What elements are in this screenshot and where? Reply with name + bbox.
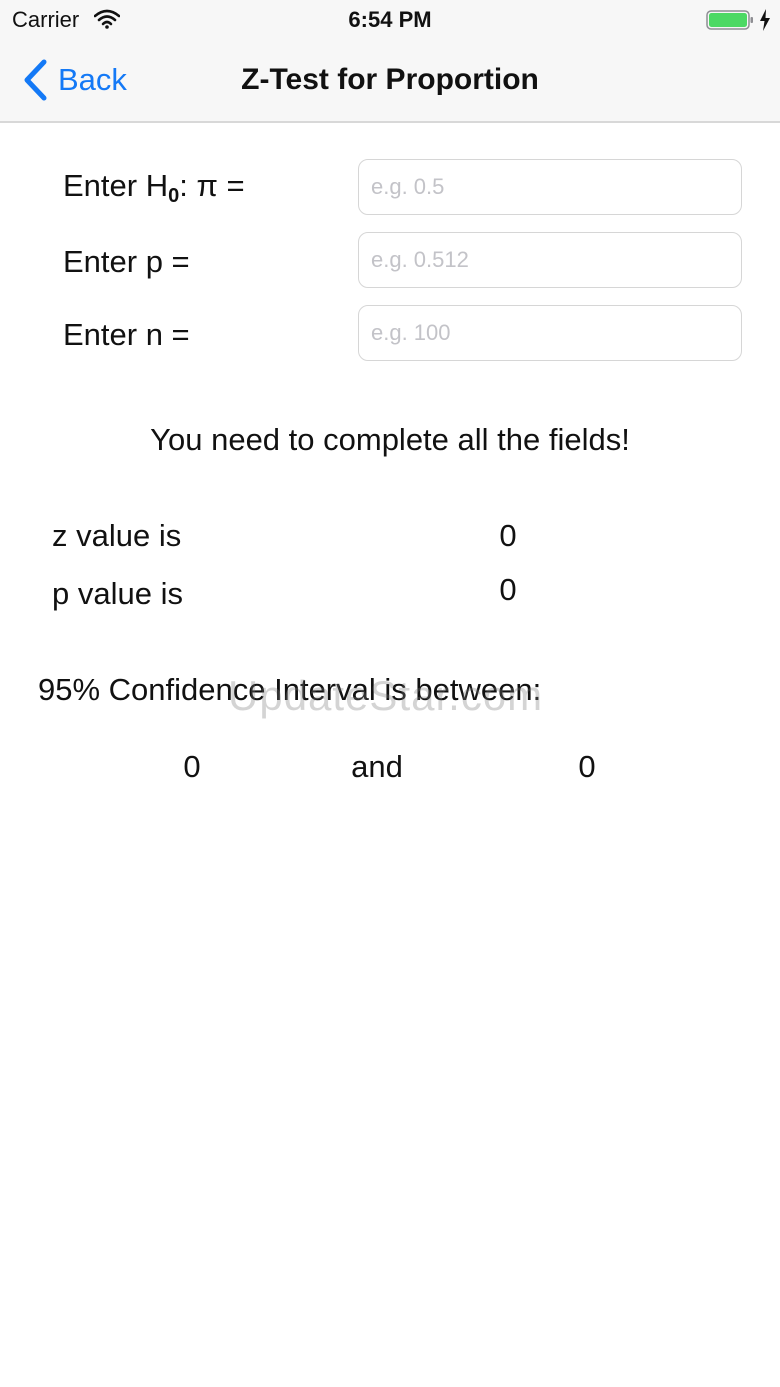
p-value: 0 [499,572,517,607]
status-time: 6:54 PM [348,7,432,32]
confidence-interval-heading: 95% Confidence Interval is between: [38,672,542,707]
z-value-label: z value is [52,518,182,553]
page-title: Z-Test for Proportion [241,63,539,96]
battery-icon [706,10,753,30]
p-value-label: p value is [52,576,183,611]
n-label: Enter n = [63,317,190,352]
ci-connector: and [351,749,403,784]
charging-bolt-icon [760,9,770,31]
validation-message: You need to complete all the fields! [150,422,630,457]
p-input[interactable] [358,232,742,288]
ci-upper-value: 0 [578,749,596,784]
h0-input[interactable] [358,159,742,215]
ci-lower-value: 0 [183,749,201,784]
p-label: Enter p = [63,244,190,279]
z-value: 0 [499,518,517,553]
n-input[interactable] [358,305,742,361]
navigation-bar: Carrier 6:54 PM Back Z-Test for Proporti… [0,0,780,123]
h0-subscript: 0 [168,185,180,207]
h0-label: Enter H0: π = [63,168,245,207]
